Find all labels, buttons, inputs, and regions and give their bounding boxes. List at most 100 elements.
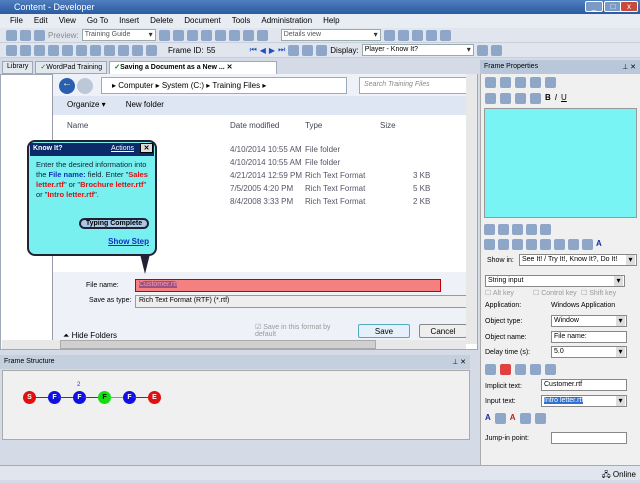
open-icon[interactable] bbox=[6, 29, 17, 41]
mode3-icon[interactable] bbox=[512, 224, 523, 235]
action-icon[interactable] bbox=[34, 44, 45, 56]
view-select[interactable]: Details view bbox=[280, 29, 381, 41]
preview-select[interactable]: Training Guide bbox=[81, 29, 156, 41]
delete-icon[interactable] bbox=[200, 29, 212, 41]
object-type-select[interactable]: Window bbox=[551, 315, 627, 327]
frame3-icon[interactable] bbox=[132, 44, 143, 56]
vertical-scrollbar[interactable] bbox=[466, 74, 477, 344]
bubble-icon[interactable] bbox=[62, 44, 73, 56]
control-key-checkbox[interactable]: ☐ Control key bbox=[533, 289, 577, 297]
row-type[interactable]: Rich Text Format bbox=[305, 197, 365, 206]
breadcrumb-system[interactable]: System (C:) bbox=[162, 81, 204, 90]
font-icon[interactable]: A bbox=[596, 239, 602, 250]
target-icon[interactable] bbox=[485, 364, 496, 375]
tab-library[interactable]: Library bbox=[2, 61, 34, 74]
menu-tools[interactable]: Tools bbox=[232, 16, 251, 28]
copy-icon[interactable] bbox=[172, 29, 184, 41]
format-icon[interactable] bbox=[534, 413, 546, 424]
implicit-text-input[interactable]: Customer.rtf bbox=[541, 379, 627, 391]
close-button[interactable]: x bbox=[620, 1, 638, 12]
undo-icon[interactable] bbox=[214, 29, 226, 41]
delete-icon[interactable] bbox=[530, 77, 541, 88]
bold-icon[interactable]: B bbox=[545, 93, 551, 105]
save-default-checkbox[interactable]: ☑ Save in this format by default bbox=[255, 323, 337, 338]
layout2-icon[interactable] bbox=[397, 29, 409, 41]
mode-icon[interactable] bbox=[484, 224, 495, 235]
menu-administration[interactable]: Administration bbox=[261, 16, 312, 28]
zoom-icon[interactable] bbox=[20, 44, 31, 56]
mode2-icon[interactable] bbox=[498, 224, 509, 235]
row-date[interactable]: 4/21/2014 12:59 PM bbox=[230, 171, 302, 180]
menu-file[interactable]: File bbox=[10, 16, 23, 28]
row-type[interactable]: Rich Text Format bbox=[305, 184, 365, 193]
refresh-icon[interactable] bbox=[439, 29, 451, 41]
column-type[interactable]: Type bbox=[305, 121, 322, 130]
column-size[interactable]: Size bbox=[380, 121, 396, 130]
column-name[interactable]: Name bbox=[67, 121, 88, 130]
organize-button[interactable]: Organize ▾ bbox=[67, 100, 106, 109]
row-type[interactable]: Rich Text Format bbox=[305, 171, 365, 180]
action-type-select[interactable]: String input bbox=[485, 275, 625, 287]
cancel-button[interactable]: Cancel bbox=[419, 324, 467, 338]
layout4-icon[interactable] bbox=[582, 239, 593, 250]
frame4-icon[interactable] bbox=[146, 44, 157, 56]
justify-icon[interactable] bbox=[530, 93, 541, 104]
font-size-icon[interactable]: A bbox=[510, 413, 516, 424]
delete-action-icon[interactable] bbox=[48, 44, 59, 56]
fill-icon[interactable] bbox=[494, 413, 506, 424]
tab-saving-document[interactable]: ✓Saving a Document as a New ... ✕ bbox=[109, 61, 278, 74]
input-text-select[interactable]: Intro letter.rtf bbox=[541, 395, 627, 407]
bubble-settings-icon[interactable] bbox=[484, 239, 495, 250]
font-icon[interactable]: A bbox=[485, 413, 491, 424]
paste-icon[interactable] bbox=[186, 29, 198, 41]
minimize-button[interactable]: _ bbox=[585, 1, 603, 12]
branch-icon[interactable] bbox=[302, 44, 314, 56]
actions-link[interactable]: Actions bbox=[111, 145, 134, 152]
address-bar[interactable]: ▸ Computer ▸ System (C:) ▸ Training File… bbox=[101, 77, 347, 94]
redo-icon[interactable] bbox=[228, 29, 240, 41]
gender-icon[interactable] bbox=[545, 364, 556, 375]
row-size[interactable]: 2 KB bbox=[413, 197, 430, 206]
print-icon[interactable] bbox=[34, 29, 45, 41]
shift-key-checkbox[interactable]: ☐ Shift key bbox=[581, 289, 616, 297]
row-type[interactable]: File folder bbox=[305, 145, 340, 154]
menu-go-to[interactable]: Go To bbox=[87, 16, 108, 28]
pin-close-icon[interactable]: ⊥ ✕ bbox=[452, 358, 466, 366]
frame2-icon[interactable] bbox=[118, 44, 129, 56]
pointer-icon[interactable] bbox=[512, 239, 523, 250]
layout-icon[interactable] bbox=[383, 29, 395, 41]
row-date[interactable]: 4/10/2014 10:55 AM bbox=[230, 158, 302, 167]
copy-icon[interactable] bbox=[500, 77, 511, 88]
help-icon[interactable] bbox=[256, 29, 268, 41]
layout3-icon[interactable] bbox=[411, 29, 423, 41]
horizontal-scrollbar[interactable] bbox=[2, 340, 466, 349]
row-size[interactable]: 3 KB bbox=[413, 171, 430, 180]
row-date[interactable]: 7/5/2005 4:20 PM bbox=[230, 184, 293, 193]
cut-icon[interactable] bbox=[158, 29, 170, 41]
link-icon[interactable] bbox=[76, 44, 87, 56]
new-folder-button[interactable]: New folder bbox=[126, 100, 164, 109]
pane2-icon[interactable] bbox=[490, 44, 502, 56]
row-type[interactable]: File folder bbox=[305, 158, 340, 167]
fill-icon[interactable] bbox=[526, 239, 537, 250]
layout-icon[interactable] bbox=[540, 239, 551, 250]
frame-node[interactable]: E bbox=[148, 391, 161, 404]
textbox-icon[interactable] bbox=[519, 413, 531, 424]
save-icon[interactable] bbox=[20, 29, 31, 41]
row-size[interactable]: 5 KB bbox=[413, 184, 430, 193]
menu-insert[interactable]: Insert bbox=[119, 16, 139, 28]
row-date[interactable]: 4/10/2014 10:55 AM bbox=[230, 145, 302, 154]
typing-complete-button[interactable]: Typing Complete bbox=[79, 218, 149, 229]
back-icon[interactable]: ← bbox=[59, 78, 75, 94]
position-icon[interactable] bbox=[515, 364, 526, 375]
close-tab-icon[interactable]: ✕ bbox=[227, 64, 233, 71]
column-date[interactable]: Date modified bbox=[230, 121, 279, 130]
branch2-icon[interactable] bbox=[316, 44, 328, 56]
paste-icon[interactable] bbox=[515, 77, 526, 88]
tab-wordpad-training[interactable]: ✓WordPad Training bbox=[35, 61, 108, 74]
pane-icon[interactable] bbox=[476, 44, 488, 56]
pin-close-icon[interactable]: ⊥ ✕ bbox=[622, 63, 636, 71]
timer-icon[interactable] bbox=[530, 364, 541, 375]
next-frame-icon[interactable]: ▶ bbox=[269, 46, 275, 55]
file-name-input[interactable]: Customer.rtf bbox=[135, 279, 441, 292]
